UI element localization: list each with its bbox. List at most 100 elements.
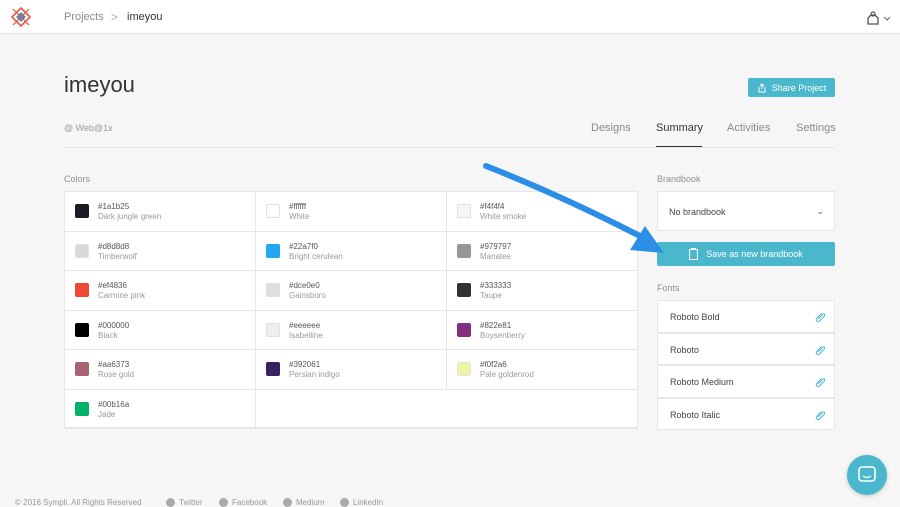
color-item[interactable]: #f0f2a6 Pale goldenrod (447, 350, 638, 390)
brandbook-selected-value: No brandbook (669, 207, 726, 217)
sympli-logo-icon[interactable] (11, 7, 31, 27)
twitter-icon (166, 498, 175, 507)
tab-activities[interactable]: Activities (727, 122, 770, 134)
color-swatch (75, 283, 89, 297)
color-hex: #eeeeee (289, 320, 321, 330)
color-swatch (457, 322, 471, 337)
color-item[interactable]: #822e81 Boysenberry (447, 311, 638, 350)
save-as-new-brandbook-button[interactable]: Save as new brandbook (657, 242, 835, 266)
user-menu-icon[interactable] (865, 10, 893, 26)
empty-color-cell (256, 390, 638, 429)
tab-summary[interactable]: Summary (656, 122, 703, 134)
paperclip-icon[interactable] (815, 409, 826, 420)
footer-link-linkedin[interactable]: LinkedIn (340, 498, 383, 507)
color-item[interactable]: #22a7f0 Bright cerulean (256, 231, 447, 271)
font-name: Roboto (670, 344, 700, 355)
color-name: Timberwolf (98, 251, 137, 261)
color-item[interactable]: #000000 Black (65, 310, 256, 350)
color-hex: #22a7f0 (289, 241, 318, 251)
document-icon (689, 248, 699, 260)
color-item[interactable]: #dce0e0 Gainsboro (256, 271, 447, 311)
footer-link-facebook[interactable]: Facebook (219, 498, 267, 507)
color-name: Isabelline (289, 330, 323, 340)
color-item[interactable]: #f4f4f4 White smoke (447, 192, 638, 232)
color-item[interactable]: #aa6373 Rose gold (65, 350, 256, 390)
color-swatch (75, 322, 89, 337)
color-item[interactable]: #392061 Persian indigo (256, 350, 447, 390)
chevron-down-icon: ⌄ (816, 206, 824, 216)
paperclip-icon[interactable] (815, 344, 826, 355)
color-hex: #333333 (480, 281, 512, 290)
chat-button[interactable] (847, 455, 887, 495)
color-item[interactable]: #ef4836 Carmine pink (65, 271, 256, 311)
colors-section-label: Colors (64, 174, 91, 184)
footer-copyright: © 2016 Sympli. All Rights Reserved (15, 498, 142, 507)
linkedin-icon (340, 498, 349, 507)
facebook-icon (219, 498, 228, 507)
color-item[interactable]: #00b16a Jade (65, 389, 256, 429)
paperclip-icon[interactable] (815, 311, 826, 322)
fonts-section-label: Fonts (657, 283, 680, 293)
color-item[interactable]: #1a1b25 Dark jungle green (65, 192, 256, 232)
footer-link-label: Medium (296, 498, 325, 507)
color-name: Persian indigo (289, 370, 340, 379)
footer-link-label: Facebook (232, 498, 268, 507)
color-swatch (75, 401, 89, 416)
color-swatch (266, 243, 280, 258)
color-swatch (457, 243, 471, 258)
color-item[interactable]: #979797 Manatee (447, 232, 638, 271)
color-item[interactable]: #ffffff White (256, 192, 447, 232)
color-hex: #1a1b25 (98, 202, 130, 211)
color-name: Bright cerulean (289, 251, 343, 261)
font-item[interactable]: Roboto Italic (657, 397, 835, 430)
font-name: Roboto Medium (670, 377, 734, 387)
color-swatch (266, 362, 280, 376)
color-hex: #979797 (480, 241, 512, 251)
color-name: Gainsboro (289, 291, 326, 300)
footer-link-medium[interactable]: Medium (283, 498, 324, 507)
color-name: White (289, 212, 310, 221)
color-hex: #f0f2a6 (480, 360, 507, 369)
color-hex: #822e81 (480, 320, 512, 330)
color-swatch (266, 322, 280, 337)
brandbook-select[interactable]: No brandbook ⌄ (657, 191, 835, 231)
color-item[interactable]: #333333 Taupe (447, 271, 638, 311)
color-item[interactable]: #eeeeee Isabelline (256, 310, 447, 350)
color-hex: #aa6373 (98, 360, 130, 369)
color-name: Dark jungle green (98, 212, 162, 221)
color-swatch (457, 362, 471, 376)
font-item[interactable]: Roboto Bold (657, 300, 835, 333)
page-title: imeyou (64, 72, 135, 97)
color-hex: #392061 (289, 360, 321, 369)
color-swatch (266, 204, 280, 218)
footer-link-label: Twitter (179, 498, 203, 507)
color-swatch (266, 283, 280, 297)
color-name: Carmine pink (98, 291, 146, 300)
color-swatch (457, 204, 471, 218)
tab-settings[interactable]: Settings (796, 122, 836, 134)
color-name: Jade (98, 409, 116, 419)
color-swatch (75, 362, 89, 376)
color-item[interactable]: #d8d8d8 Timberwolf (65, 231, 256, 271)
share-project-label: Share Project (771, 82, 827, 93)
color-hex: #00b16a (98, 399, 130, 409)
color-hex: #dce0e0 (289, 281, 320, 290)
tab-designs[interactable]: Designs (591, 122, 631, 134)
font-item[interactable]: Roboto Medium (657, 365, 835, 398)
color-name: Black (98, 330, 118, 340)
footer-link-label: LinkedIn (353, 498, 384, 507)
color-hex: #000000 (98, 320, 130, 330)
breadcrumb-current: imeyou (127, 11, 163, 23)
color-swatch (75, 243, 89, 258)
share-project-button[interactable]: Share Project (748, 78, 835, 97)
breadcrumb-projects-link[interactable]: Projects (64, 11, 104, 23)
paperclip-icon[interactable] (815, 376, 826, 387)
medium-icon (283, 498, 292, 507)
font-item[interactable]: Roboto (657, 332, 835, 365)
colors-grid: #1a1b25 Dark jungle green #ffffff White #f4f… (64, 191, 638, 429)
save-brandbook-label: Save as new brandbook (706, 249, 803, 259)
color-hex: #ef4836 (98, 281, 127, 290)
font-name: Roboto Bold (670, 312, 720, 322)
color-name: Taupe (480, 291, 502, 300)
footer-link-twitter[interactable]: Twitter (166, 498, 203, 507)
